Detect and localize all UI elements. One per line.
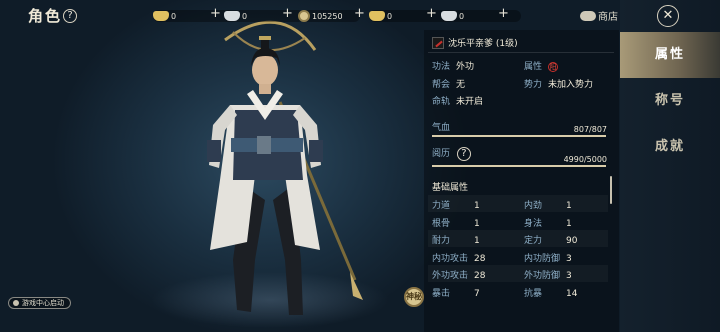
stat-item: 外功攻击 28 — [432, 268, 485, 281]
gongfa-info: 功法 外功 — [432, 62, 475, 72]
stat-label: 内劲 — [524, 201, 543, 211]
stat-item: 外功防御 3 — [524, 268, 572, 281]
character-name-row: 沈乐平亲爹 (1级) — [432, 36, 518, 49]
currency-gold-ingot-1: 0 — [153, 9, 233, 23]
currency-copper-coin: 105250 — [298, 9, 360, 23]
page-title: 角色 — [28, 7, 63, 25]
stat-item: 内功攻击 28 — [432, 251, 485, 264]
destiny-info: 命轨 未开启 — [432, 97, 484, 107]
character-name: 沈乐平亲爹 (1级) — [448, 39, 518, 49]
stat-value: 90 — [566, 236, 578, 246]
stat-item: 定力 90 — [524, 233, 577, 246]
yang-attribute-icon: 阳 — [548, 61, 559, 72]
currency-gold-ingot-2: 0 — [369, 9, 449, 23]
add-currency-button[interactable]: + — [210, 6, 221, 21]
stat-item: 根骨 1 — [432, 216, 480, 229]
character-model[interactable] — [185, 10, 365, 332]
stat-value: 1 — [474, 218, 480, 229]
stat-value: 1 — [566, 201, 572, 211]
faction-icon — [432, 36, 444, 49]
stat-value: 1 — [474, 236, 480, 246]
stat-label: 定力 — [524, 236, 543, 246]
copper-coin-icon — [298, 10, 310, 22]
stat-label: 力道 — [432, 201, 451, 211]
stat-value: 3 — [566, 253, 572, 264]
add-currency-button[interactable]: + — [498, 6, 509, 21]
stat-value: 28 — [474, 253, 486, 264]
shop-button[interactable]: 商店 — [580, 8, 618, 23]
top-bar: 角色 ? 0 + 0 + 105250 + 0 + 0 + 商店 — [0, 0, 620, 32]
tab-achievements[interactable]: 成就 — [620, 124, 720, 170]
stat-label: 内功攻击 — [432, 253, 469, 264]
stat-item: 力道 1 — [432, 198, 480, 211]
add-currency-button[interactable]: + — [426, 6, 437, 21]
basic-attributes-title: 基础属性 — [432, 183, 469, 193]
stat-value: 7 — [474, 288, 480, 299]
stat-value: 28 — [474, 271, 486, 281]
stat-label: 内功防御 — [524, 253, 561, 264]
stat-label: 耐力 — [432, 236, 451, 246]
attribute-info: 属性阳 — [524, 61, 559, 72]
head — [252, 54, 278, 86]
stat-label: 外功防御 — [524, 271, 561, 281]
stat-label: 外功攻击 — [432, 271, 469, 281]
gold-ingot-icon — [153, 11, 169, 21]
stat-item: 抗暴 14 — [524, 286, 577, 299]
experience-gauge — [432, 165, 606, 167]
stats-scrollbar[interactable] — [610, 176, 612, 204]
stat-item: 暴击 7 — [432, 286, 480, 299]
currency-silver-ingot-1: 0 — [224, 9, 304, 23]
tab-attributes[interactable]: 属性 — [620, 32, 720, 78]
stat-value: 3 — [566, 271, 572, 281]
game-center-badge[interactable]: 游戏中心启动 — [8, 297, 71, 309]
experience-label: 阅历 ? — [432, 146, 471, 161]
seal-button[interactable]: 神秘 — [404, 287, 424, 307]
tab-titles[interactable]: 称号 — [620, 78, 720, 124]
silver-ingot-icon — [441, 11, 457, 21]
stat-item: 耐力 1 — [432, 233, 480, 246]
currency-silver-ingot-2: 0 — [441, 9, 521, 23]
stat-value: 1 — [474, 201, 480, 211]
stat-label: 身法 — [524, 218, 543, 229]
hp-gauge — [432, 135, 606, 137]
stat-label: 根骨 — [432, 218, 451, 229]
gold-ingot-icon — [369, 11, 385, 21]
silver-ingot-icon — [224, 11, 240, 21]
add-currency-button[interactable]: + — [354, 6, 365, 21]
stat-label: 暴击 — [432, 288, 451, 299]
guild-info: 帮会无 — [432, 80, 466, 90]
experience-help-icon[interactable]: ? — [456, 147, 471, 161]
stat-label: 抗暴 — [524, 288, 543, 299]
right-tab-bar: ✕ 属性 称号 成就 — [620, 0, 720, 332]
add-currency-button[interactable]: + — [282, 6, 293, 21]
close-button[interactable]: ✕ — [657, 5, 679, 27]
hp-value: 807/807 — [573, 125, 607, 134]
game-center-icon — [13, 300, 19, 306]
cloud-icon — [580, 10, 596, 21]
stat-value: 14 — [566, 288, 578, 299]
faction-info: 势力 未加入势力 — [524, 80, 594, 90]
help-icon[interactable]: ? — [63, 9, 77, 23]
attributes-panel: 沈乐平亲爹 (1级) 功法 外功 属性阳 帮会无 势力 未加入势力 命轨 未开启 气血… — [424, 30, 619, 332]
experience-value: 4990/5000 — [563, 155, 607, 164]
stat-item: 身法 1 — [524, 216, 572, 229]
hp-label: 气血 — [432, 123, 451, 133]
stat-value: 1 — [566, 218, 572, 229]
stat-item: 内功防御 3 — [524, 251, 572, 264]
stat-item: 内劲 1 — [524, 198, 572, 211]
